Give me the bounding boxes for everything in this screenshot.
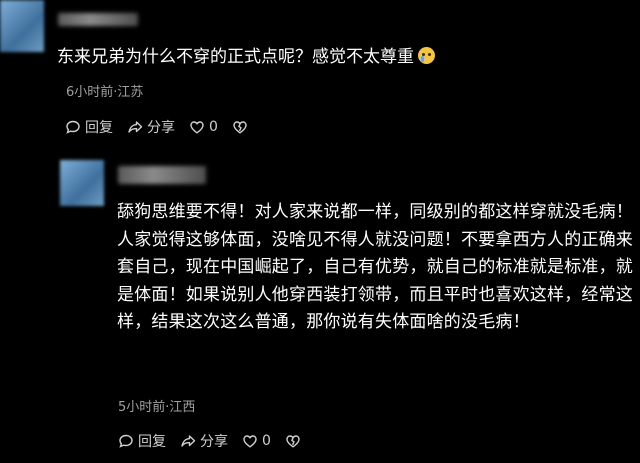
dislike-icon (233, 121, 247, 134)
comment-actions: 回复 分享 0 (65, 117, 252, 137)
username-blurred[interactable] (118, 166, 206, 184)
dislike-button[interactable] (232, 119, 252, 135)
reply-label: 回复 (85, 120, 113, 136)
reply-icon (119, 434, 133, 448)
like-count: 0 (209, 119, 218, 135)
dislike-icon (286, 435, 300, 448)
avatar[interactable] (0, 0, 44, 52)
avatar[interactable] (60, 160, 104, 206)
comment-body: 舔狗思维要不得！对人家来说都一样，同级别的都这样穿就没毛病！人家觉得这够体面，没… (117, 202, 633, 332)
comment-meta: 5小时前·江西 (118, 400, 196, 415)
reply-button[interactable]: 回复 (65, 117, 113, 137)
reply-label: 回复 (138, 434, 166, 450)
comment-actions: 回复 分享 0 (118, 431, 305, 451)
like-button[interactable]: 0 (189, 119, 218, 135)
like-button[interactable]: 0 (242, 433, 271, 449)
reply-button[interactable]: 回复 (118, 431, 166, 451)
comment-meta: 6小时前·江苏 (66, 85, 144, 100)
like-icon (243, 435, 257, 448)
share-icon (128, 121, 143, 133)
crying-emoji-icon (418, 47, 435, 64)
like-icon (190, 121, 204, 134)
share-button[interactable]: 分享 (180, 431, 228, 451)
share-icon (181, 435, 196, 447)
share-label: 分享 (147, 120, 175, 136)
comment-body: 东来兄弟为什么不穿的正式点呢？感觉不太尊重 (57, 47, 414, 67)
username-blurred[interactable] (58, 13, 138, 26)
share-label: 分享 (200, 434, 228, 450)
dislike-button[interactable] (285, 433, 305, 449)
comment-text: 东来兄弟为什么不穿的正式点呢？感觉不太尊重 (57, 44, 617, 70)
share-button[interactable]: 分享 (127, 117, 175, 137)
like-count: 0 (262, 433, 271, 449)
reply-icon (66, 120, 80, 134)
